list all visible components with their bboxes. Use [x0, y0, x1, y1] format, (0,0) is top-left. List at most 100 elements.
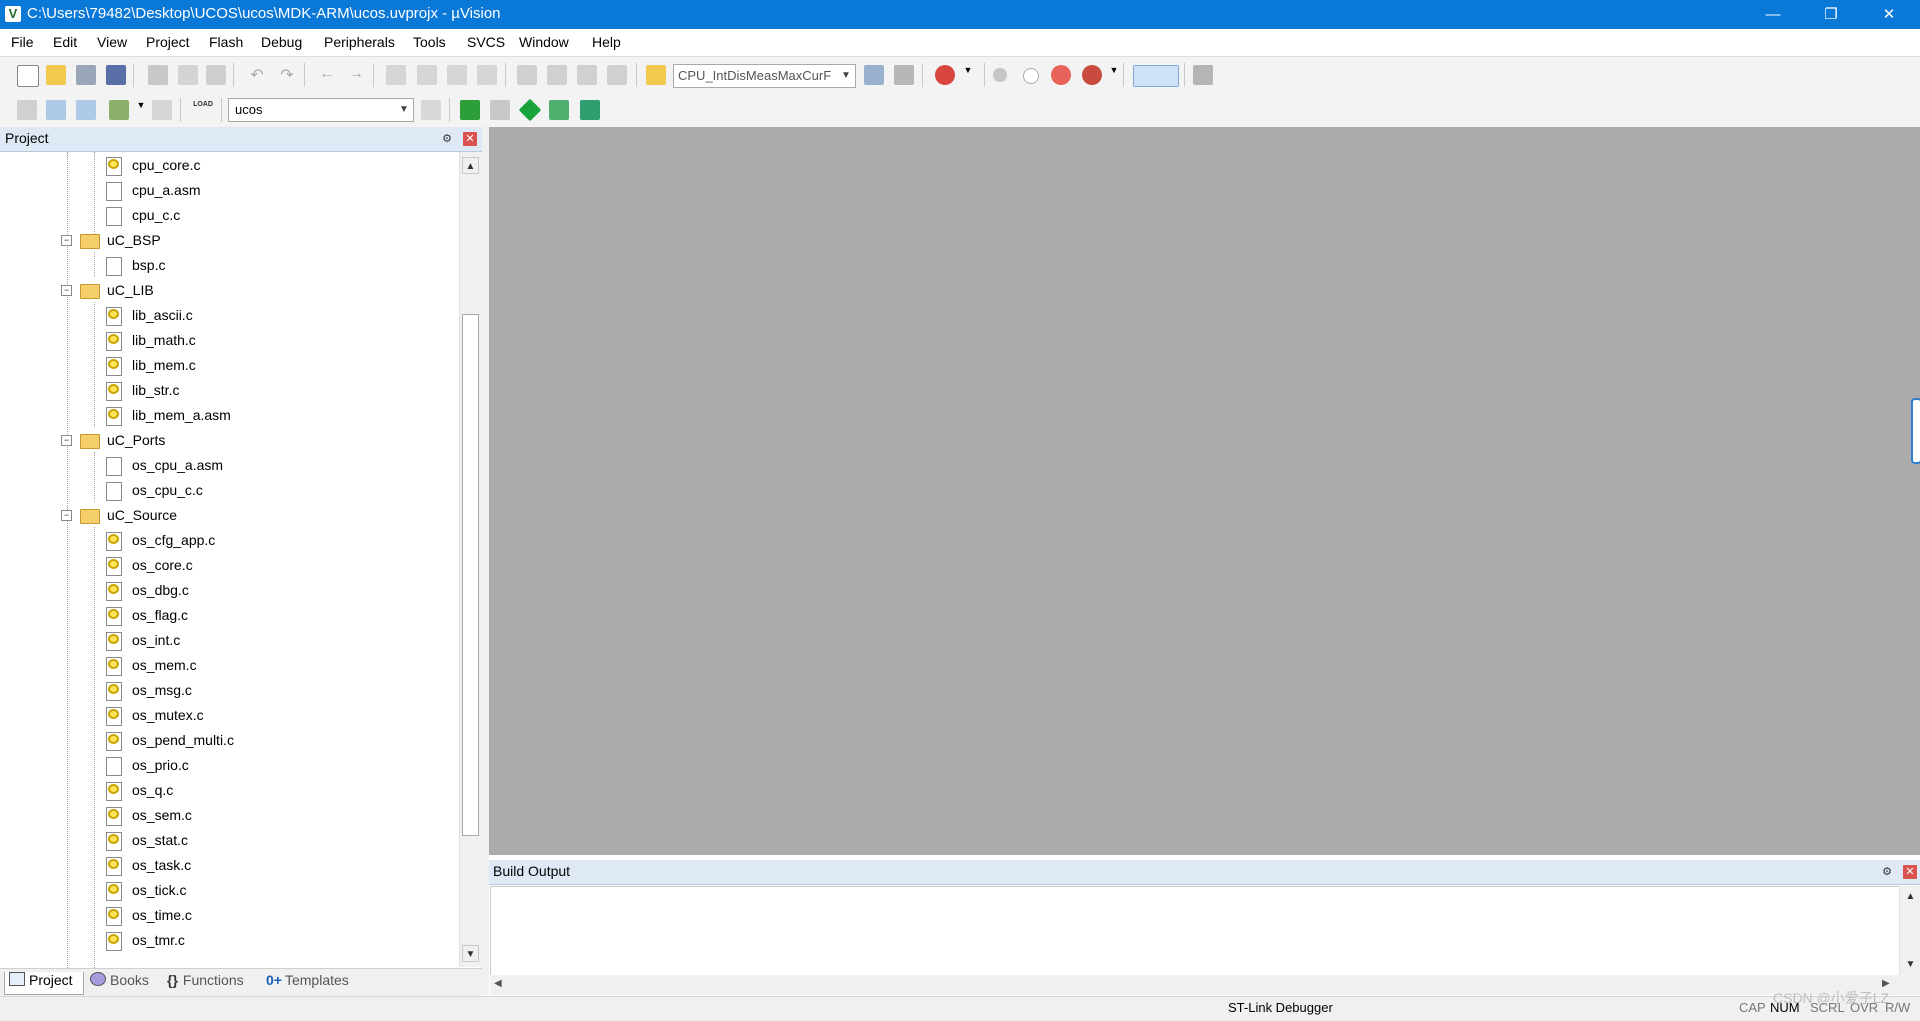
unindent-icon[interactable] [547, 65, 567, 85]
download-icon[interactable]: LOAD [193, 100, 213, 120]
menu-window[interactable]: Window [519, 34, 569, 50]
tree-file-os-tick[interactable]: os_tick.c [0, 879, 460, 903]
tree-file-os-sem[interactable]: os_sem.c [0, 804, 460, 828]
tree-file-os-core[interactable]: os_core.c [0, 554, 460, 578]
chevron-down-icon[interactable]: ▼ [958, 65, 978, 85]
tree-group-uc-ports[interactable]: − uC_Ports [0, 429, 460, 453]
tree-file-os-cfg-app[interactable]: os_cfg_app.c [0, 529, 460, 553]
rebuild-icon[interactable] [76, 100, 96, 120]
open-file-icon[interactable] [46, 65, 66, 85]
tab-project[interactable]: Project [4, 972, 84, 995]
tab-templates[interactable]: 0+ Templates [264, 972, 364, 994]
menu-edit[interactable]: Edit [53, 34, 77, 50]
tree-group-uc-bsp[interactable]: − uC_BSP [0, 229, 460, 253]
find-icon[interactable] [864, 65, 884, 85]
menu-tools[interactable]: Tools [413, 34, 446, 50]
next-bookmark-icon[interactable] [447, 65, 467, 85]
tree-file-bsp[interactable]: bsp.c [0, 254, 460, 278]
scroll-up-icon[interactable]: ▲ [1902, 888, 1919, 905]
translate-icon[interactable] [17, 100, 37, 120]
manage-runtime-environment-icon[interactable] [518, 98, 542, 122]
chevron-down-icon[interactable]: ▼ [397, 101, 411, 119]
project-tree-scrollbar[interactable]: ▲ ▼ [459, 152, 482, 967]
kill-all-breakpoints-icon[interactable] [1082, 65, 1102, 85]
find-combo[interactable]: CPU_IntDisMeasMaxCurF ▼ [673, 64, 856, 88]
scroll-down-icon[interactable]: ▼ [462, 945, 479, 962]
enable-breakpoint-icon[interactable] [1023, 68, 1039, 84]
menu-help[interactable]: Help [592, 34, 621, 50]
window-layout-icon[interactable] [1133, 65, 1179, 87]
tab-functions[interactable]: {} Functions [165, 972, 260, 994]
collapse-icon[interactable]: − [61, 510, 72, 521]
comment-icon[interactable] [577, 65, 597, 85]
tree-file-cpu-core[interactable]: cpu_core.c [0, 154, 460, 178]
pack-installer-icon[interactable] [549, 100, 569, 120]
tab-books[interactable]: Books [86, 972, 161, 994]
save-icon[interactable] [76, 65, 96, 85]
tree-file-os-tmr[interactable]: os_tmr.c [0, 929, 460, 953]
minimize-button[interactable]: — [1744, 0, 1802, 29]
tree-file-os-dbg[interactable]: os_dbg.c [0, 579, 460, 603]
menu-debug[interactable]: Debug [261, 34, 302, 50]
tree-file-os-prio[interactable]: os_prio.c [0, 754, 460, 778]
tree-file-os-task[interactable]: os_task.c [0, 854, 460, 878]
restore-button[interactable]: ❐ [1802, 0, 1860, 29]
tree-file-os-stat[interactable]: os_stat.c [0, 829, 460, 853]
scroll-up-icon[interactable]: ▲ [462, 157, 479, 174]
insert-breakpoint-icon[interactable] [993, 68, 1007, 82]
menu-project[interactable]: Project [146, 34, 190, 50]
find-in-files-icon[interactable] [646, 65, 666, 85]
batch-build-icon[interactable] [109, 100, 129, 120]
tree-file-os-mutex[interactable]: os_mutex.c [0, 704, 460, 728]
tree-file-lib-str[interactable]: lib_str.c [0, 379, 460, 403]
cut-icon[interactable] [148, 65, 168, 85]
disable-all-breakpoints-icon[interactable] [1051, 65, 1071, 85]
manage-project-items-icon[interactable] [460, 100, 480, 120]
pin-icon[interactable]: ⚙ [441, 132, 453, 146]
tree-file-os-msg[interactable]: os_msg.c [0, 679, 460, 703]
copy-icon[interactable] [178, 65, 198, 85]
indent-icon[interactable] [517, 65, 537, 85]
menu-peripherals[interactable]: Peripherals [324, 34, 395, 50]
tree-file-os-time[interactable]: os_time.c [0, 904, 460, 928]
tree-file-lib-ascii[interactable]: lib_ascii.c [0, 304, 460, 328]
tree-file-os-cpu-c[interactable]: os_cpu_c.c [0, 479, 460, 503]
debug-session-icon[interactable] [935, 65, 955, 85]
target-options-icon[interactable] [421, 100, 441, 120]
tree-group-uc-lib[interactable]: − uC_LIB [0, 279, 460, 303]
scroll-left-icon[interactable]: ◀ [494, 978, 502, 989]
chevron-down-icon[interactable]: ▼ [839, 67, 853, 85]
select-packs-icon[interactable] [490, 100, 510, 120]
uncomment-icon[interactable] [607, 65, 627, 85]
bookmark-icon[interactable] [386, 65, 406, 85]
menu-file[interactable]: File [11, 34, 34, 50]
target-combo[interactable]: ucos ▼ [228, 98, 414, 122]
tree-file-os-flag[interactable]: os_flag.c [0, 604, 460, 628]
navigate-forward-icon[interactable]: → [346, 65, 366, 85]
configure-icon[interactable] [1193, 65, 1213, 85]
clear-bookmarks-icon[interactable] [477, 65, 497, 85]
editor-scroll-indicator[interactable] [1911, 398, 1920, 464]
close-panel-icon[interactable]: ✕ [463, 132, 477, 146]
panel-splitter[interactable] [482, 127, 489, 995]
paste-icon[interactable] [206, 65, 226, 85]
close-window-button[interactable]: ✕ [1860, 0, 1918, 29]
navigate-back-icon[interactable]: ← [317, 65, 337, 85]
tree-file-cpu-a-asm[interactable]: cpu_a.asm [0, 179, 460, 203]
tree-file-os-cpu-a-asm[interactable]: os_cpu_a.asm [0, 454, 460, 478]
tree-file-os-pend-multi[interactable]: os_pend_multi.c [0, 729, 460, 753]
tree-file-os-q[interactable]: os_q.c [0, 779, 460, 803]
undo-icon[interactable]: ↶ [247, 65, 267, 85]
collapse-icon[interactable]: − [61, 435, 72, 446]
tree-file-os-mem[interactable]: os_mem.c [0, 654, 460, 678]
scroll-down-icon[interactable]: ▼ [1902, 956, 1919, 973]
tree-file-lib-mem-a-asm[interactable]: lib_mem_a.asm [0, 404, 460, 428]
build-output-vscroll[interactable]: ▲ ▼ [1899, 886, 1920, 975]
tree-file-os-int[interactable]: os_int.c [0, 629, 460, 653]
chevron-down-icon[interactable]: ▼ [131, 100, 151, 120]
tree-file-lib-mem[interactable]: lib_mem.c [0, 354, 460, 378]
collapse-icon[interactable]: − [61, 235, 72, 246]
install-icon[interactable] [580, 100, 600, 120]
tree-file-lib-math[interactable]: lib_math.c [0, 329, 460, 353]
menu-svcs[interactable]: SVCS [467, 34, 505, 50]
